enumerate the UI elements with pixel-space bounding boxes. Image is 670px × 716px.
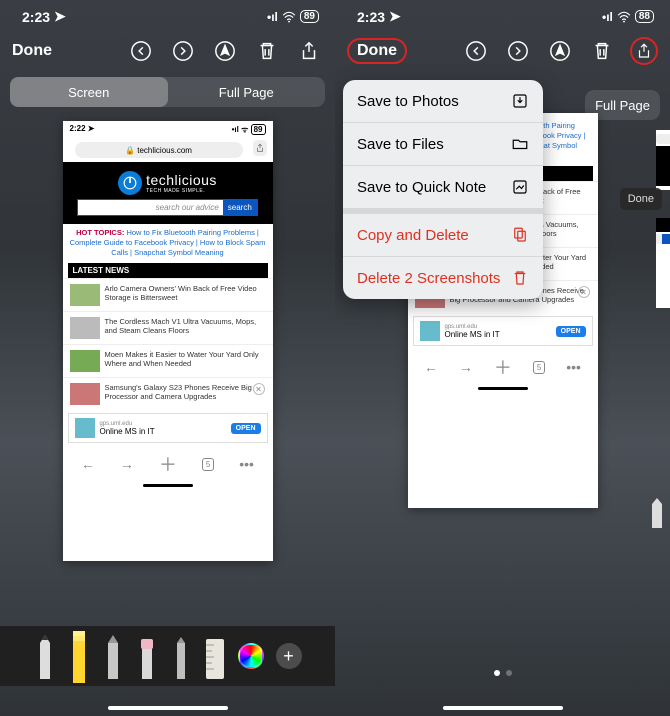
trash-button[interactable] (588, 37, 616, 65)
second-screenshot-peek-body (656, 218, 670, 308)
ad-open-button: OPEN (231, 423, 261, 434)
ss-latest-header: LATEST NEWS (68, 263, 268, 278)
more-icon: ••• (566, 359, 581, 375)
status-bar: 2:23 ➤ •ıl 89 (0, 0, 335, 29)
home-indicator[interactable] (443, 706, 563, 710)
ss-home-indicator (143, 484, 193, 487)
done-button-highlighted[interactable]: Done (347, 38, 407, 64)
back-icon: ← (81, 456, 95, 472)
trash-button[interactable] (253, 37, 281, 65)
ss-safari-toolbar: ← → ＋ 5 ••• (408, 349, 598, 385)
undo-button[interactable] (462, 37, 490, 65)
logo-icon (118, 171, 142, 195)
ss-ad-banner: gps.uml.eduOnline MS in IT OPEN (68, 413, 268, 443)
ss-brand: techlicious (146, 172, 217, 188)
undo-button[interactable] (127, 37, 155, 65)
list-item: Arlo Camera Owners' Win Back of Free Vid… (63, 278, 273, 311)
ad-close-icon: ✕ (578, 286, 590, 298)
share-button[interactable] (295, 37, 323, 65)
redo-button[interactable] (169, 37, 197, 65)
ss-hot-topics: HOT TOPICS: How to Fix Bluetooth Pairing… (63, 224, 273, 261)
ruler-tool[interactable] (204, 633, 226, 679)
wifi-icon (282, 11, 296, 23)
wifi-icon (617, 11, 631, 23)
cellular-icon: •ıl (267, 10, 278, 24)
newtab-icon: ＋ (494, 354, 512, 380)
ss-site-header: techliciousTECH MADE SIMPLE. search our … (63, 162, 273, 224)
page-dot (506, 670, 512, 676)
location-arrow-icon: ➤ (389, 8, 401, 25)
back-icon: ← (424, 359, 438, 375)
location-arrow-icon: ➤ (54, 8, 66, 25)
highlighter-tool[interactable] (68, 629, 90, 683)
eraser-tool[interactable] (136, 633, 158, 679)
markup-button[interactable] (546, 37, 574, 65)
page-dot (494, 670, 500, 676)
ad-close-icon: ✕ (253, 383, 265, 395)
pen-tool[interactable] (34, 633, 56, 679)
lasso-tool[interactable] (170, 633, 192, 679)
quicknote-icon (511, 178, 529, 196)
add-button[interactable]: + (276, 643, 302, 669)
color-picker[interactable] (238, 643, 264, 669)
tabs-icon: 5 (533, 361, 545, 374)
share-menu: Save to Photos Save to Files Save to Qui… (343, 80, 543, 299)
second-done-badge[interactable]: Done (620, 188, 662, 210)
trash-icon (511, 269, 529, 287)
markup-toolbar: Done (335, 29, 670, 77)
list-item: Samsung's Galaxy S23 Phones Receive Big … (63, 377, 273, 410)
page-indicator (494, 670, 512, 676)
list-item: The Cordless Mach V1 Ultra Vacuums, Mops… (63, 311, 273, 344)
ss-tagline: TECH MADE SIMPLE. (146, 188, 217, 194)
seg-screen[interactable]: Screen (10, 77, 168, 107)
markup-button[interactable] (211, 37, 239, 65)
home-indicator[interactable] (108, 706, 228, 710)
seg-fullpage[interactable]: Full Page (168, 77, 326, 107)
ss-search-button: search (223, 200, 257, 215)
copy-delete-icon (511, 226, 529, 244)
status-time: 2:23 (22, 9, 50, 25)
list-item: Moen Makes it Easier to Water Your Yard … (63, 344, 273, 377)
cellular-icon: •ıl (602, 10, 613, 24)
forward-icon: → (120, 456, 134, 472)
more-icon: ••• (239, 456, 254, 472)
folder-icon (511, 135, 529, 153)
ss-ad-banner: gps.uml.eduOnline MS in IT OPEN (413, 316, 593, 346)
battery-icon: 88 (635, 10, 654, 23)
done-button[interactable]: Done (12, 42, 52, 60)
view-segmented-control[interactable]: Screen Full Page (10, 77, 325, 107)
ad-open-button: OPEN (556, 326, 586, 337)
ss-safari-toolbar: ← → ＋ 5 ••• (63, 446, 273, 482)
menu-save-files[interactable]: Save to Files (343, 123, 543, 166)
screenshot-canvas[interactable]: 2:22 ➤ •ıl ᯤ 89 🔒 techlicious.com techli… (0, 121, 335, 591)
newtab-icon: ＋ (159, 451, 177, 477)
lock-icon: 🔒 (125, 146, 135, 155)
status-time: 2:23 (357, 9, 385, 25)
battery-icon: 89 (300, 10, 319, 23)
menu-save-quicknote[interactable]: Save to Quick Note (343, 166, 543, 214)
markup-toolbar: Done (0, 29, 335, 77)
ss-address-bar: 🔒 techlicious.com (75, 142, 243, 158)
markup-tool-tray: + (0, 626, 335, 686)
ss-share-icon (253, 140, 267, 156)
share-button-highlighted[interactable] (630, 37, 658, 65)
marker-tool[interactable] (102, 633, 124, 679)
screenshot-preview[interactable]: 2:22 ➤ •ıl ᯤ 89 🔒 techlicious.com techli… (63, 121, 273, 561)
second-screenshot-peek (656, 130, 670, 190)
ss-search-input: search our advice (78, 200, 223, 215)
forward-icon: → (459, 359, 473, 375)
phone-right: 2:23 ➤ •ıl 88 Done Full Page HOT TOPICS:… (335, 0, 670, 716)
second-pen-peek (652, 498, 662, 528)
menu-copy-delete[interactable]: Copy and Delete (343, 214, 543, 257)
ss-home-indicator (478, 387, 528, 390)
phone-left: 2:23 ➤ •ıl 89 Done Screen Full Page 2:22… (0, 0, 335, 716)
menu-delete-screenshots[interactable]: Delete 2 Screenshots (343, 257, 543, 299)
redo-button[interactable] (504, 37, 532, 65)
menu-save-photos[interactable]: Save to Photos (343, 80, 543, 123)
save-to-photos-icon (511, 92, 529, 110)
status-bar: 2:23 ➤ •ıl 88 (335, 0, 670, 29)
ss-statusbar: 2:22 ➤ •ıl ᯤ 89 (63, 121, 273, 138)
tabs-icon: 5 (202, 458, 214, 471)
